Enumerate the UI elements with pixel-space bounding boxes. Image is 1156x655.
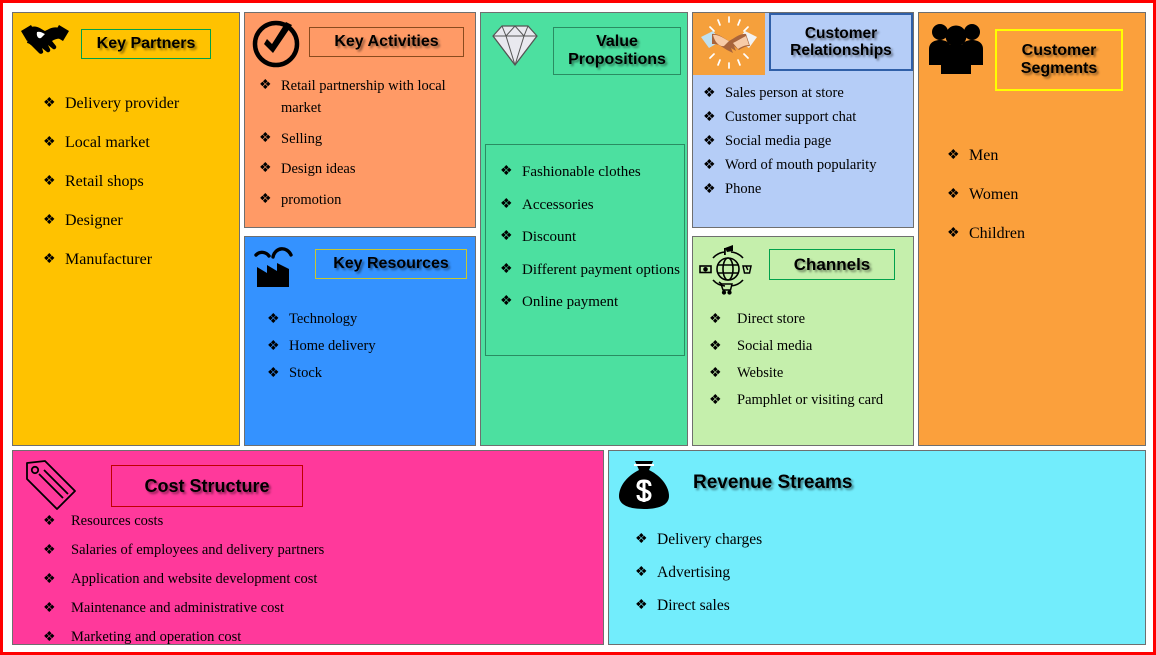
price-tag-icon (19, 457, 81, 511)
key-partners-title-box: Key Partners (81, 29, 211, 59)
value-propositions-list-box: Fashionable clothes Accessories Discount… (485, 144, 685, 356)
money-bag-icon (615, 457, 673, 511)
cost-structure-header: Cost Structure (13, 451, 603, 511)
block-customer-segments: Customer Segments Men Women Children (918, 12, 1146, 446)
list-item: Marketing and operation cost (43, 629, 603, 644)
key-resources-list: Technology Home delivery Stock (267, 311, 475, 382)
list-item: Delivery charges (635, 531, 1145, 549)
block-cost-structure: Cost Structure Resources costs Salaries … (12, 450, 604, 645)
list-item: Local market (43, 134, 239, 152)
key-activities-title-box: Key Activities (309, 27, 464, 57)
key-partners-header: Key Partners (13, 13, 239, 65)
list-item: Accessories (500, 194, 684, 217)
list-item: Maintenance and administrative cost (43, 600, 603, 617)
list-item: Social media page (703, 133, 913, 150)
customer-relationships-title-box: Customer Relationships (769, 13, 913, 71)
block-value-propositions: Value Propositions Fashionable clothes A… (480, 12, 688, 446)
block-key-resources: Key Resources Technology Home delivery S… (244, 236, 476, 446)
customer-segments-header: Customer Segments (919, 13, 1145, 91)
cost-structure-title: Cost Structure (144, 475, 270, 496)
list-item: Designer (43, 212, 239, 230)
value-propositions-title-box: Value Propositions (553, 27, 681, 75)
key-partners-title: Key Partners (96, 35, 196, 53)
channels-header: Channels (693, 237, 913, 295)
revenue-streams-list: Delivery charges Advertising Direct sale… (635, 531, 1145, 615)
factory-icon (251, 243, 307, 289)
customer-segments-title-box: Customer Segments (995, 29, 1123, 91)
key-resources-title: Key Resources (333, 255, 449, 273)
channels-title: Channels (793, 255, 871, 274)
key-resources-title-box: Key Resources (315, 249, 467, 279)
list-item: Direct store (709, 311, 913, 328)
list-item: Phone (703, 181, 913, 198)
list-item: Direct sales (635, 597, 1145, 615)
list-item: Manufacturer (43, 251, 239, 269)
customer-relationships-list: Sales person at store Customer support c… (703, 85, 913, 198)
list-item: Fashionable clothes (500, 161, 684, 184)
key-activities-title: Key Activities (334, 33, 439, 51)
list-item: Application and website development cost (43, 571, 603, 588)
list-item: Stock (267, 365, 475, 382)
block-customer-relationships: Customer Relationships Sales person at s… (692, 12, 914, 228)
list-item: Women (947, 186, 1145, 204)
customer-segments-title: Customer Segments (1020, 42, 1098, 77)
list-item: Salaries of employees and delivery partn… (43, 542, 603, 559)
block-key-activities: Key Activities Retail partnership with l… (244, 12, 476, 228)
block-revenue-streams: Revenue Streams Delivery charges Adverti… (608, 450, 1146, 645)
list-item: Resources costs (43, 513, 603, 530)
list-item: Customer support chat (703, 109, 913, 126)
revenue-streams-header: Revenue Streams (609, 451, 1145, 511)
block-key-partners: Key Partners Delivery provider Local mar… (12, 12, 240, 446)
list-item: Design ideas (259, 158, 475, 180)
revenue-streams-title-box: Revenue Streams (683, 467, 862, 498)
diamond-gem-icon (487, 19, 543, 71)
block-channels: Channels Direct store Social media Websi… (692, 236, 914, 446)
key-activities-header: Key Activities (245, 13, 475, 69)
list-item: Retail shops (43, 173, 239, 191)
check-circle-icon (251, 19, 301, 69)
list-item: Children (947, 225, 1145, 243)
value-propositions-list: Fashionable clothes Accessories Discount… (500, 161, 684, 314)
handshake-icon (19, 19, 71, 65)
business-model-canvas-frame: Key Partners Delivery provider Local mar… (0, 0, 1156, 655)
list-item: Sales person at store (703, 85, 913, 102)
list-item: Online payment (500, 291, 684, 314)
list-item: Social media (709, 338, 913, 355)
people-group-icon (925, 19, 987, 77)
list-item: Retail partnership with local market (259, 75, 475, 120)
channels-list: Direct store Social media Website Pamphl… (709, 311, 913, 409)
customer-relationships-title: Customer Relationships (790, 24, 892, 59)
list-item: Delivery provider (43, 95, 239, 113)
list-item: Selling (259, 128, 475, 150)
list-item: Pamphlet or visiting card (709, 392, 913, 409)
canvas-inner: Key Partners Delivery provider Local mar… (8, 8, 1150, 649)
globe-commerce-icon (699, 243, 757, 295)
cost-structure-list: Resources costs Salaries of employees an… (43, 513, 603, 644)
list-item: Advertising (635, 564, 1145, 582)
key-partners-list: Delivery provider Local market Retail sh… (43, 95, 239, 269)
list-item: Website (709, 365, 913, 382)
list-item: promotion (259, 189, 475, 211)
value-propositions-title: Value Propositions (568, 33, 666, 68)
customer-segments-list: Men Women Children (947, 147, 1145, 243)
key-resources-header: Key Resources (245, 237, 475, 289)
key-activities-list: Retail partnership with local market Sel… (259, 75, 475, 211)
list-item: Home delivery (267, 338, 475, 355)
list-item: Word of mouth popularity (703, 157, 913, 174)
list-item: Men (947, 147, 1145, 165)
handshake-color-icon (693, 13, 765, 75)
revenue-streams-title: Revenue Streams (693, 472, 853, 493)
value-propositions-header: Value Propositions (481, 13, 687, 75)
list-item: Different payment options (500, 259, 684, 282)
cost-structure-title-box: Cost Structure (111, 465, 303, 507)
list-item: Technology (267, 311, 475, 328)
channels-title-box: Channels (769, 249, 895, 281)
customer-relationships-header: Customer Relationships (693, 13, 913, 75)
list-item: Discount (500, 226, 684, 249)
